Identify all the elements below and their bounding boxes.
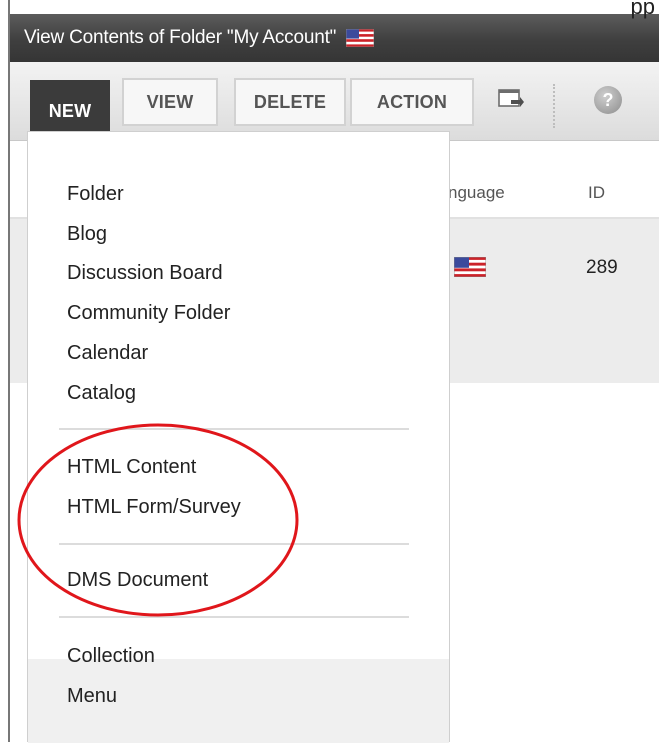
menu-item-calendar[interactable]: Calendar	[67, 342, 148, 365]
us-flag-icon	[453, 256, 487, 278]
window-title-bar: View Contents of Folder "My Account"	[10, 14, 659, 62]
menu-divider	[59, 616, 409, 618]
menu-item-blog[interactable]: Blog	[67, 223, 107, 246]
new-dropdown-menu: Folder Blog Discussion Board Community F…	[27, 131, 450, 743]
menu-item-collection[interactable]: Collection	[67, 645, 155, 668]
toolbar-separator	[553, 84, 555, 128]
corner-text-fragment: pp	[630, 0, 655, 19]
menu-item-menu[interactable]: Menu	[67, 685, 117, 708]
left-frame-edge	[0, 0, 10, 742]
menu-item-discussion-board[interactable]: Discussion Board	[67, 262, 223, 285]
column-header-id[interactable]: ID	[588, 183, 605, 203]
row-id-cell: 289	[586, 257, 618, 278]
menu-item-catalog[interactable]: Catalog	[67, 382, 136, 405]
export-window-button[interactable]	[488, 78, 534, 124]
window-title: View Contents of Folder "My Account"	[24, 27, 337, 48]
action-button[interactable]: ACTION	[350, 78, 474, 126]
window-export-icon	[498, 88, 524, 115]
menu-item-html-form-survey[interactable]: HTML Form/Survey	[67, 496, 241, 519]
new-button[interactable]: NEW	[30, 80, 110, 136]
help-icon[interactable]: ?	[594, 86, 622, 114]
column-header-language[interactable]: nguage	[448, 183, 505, 203]
menu-item-html-content[interactable]: HTML Content	[67, 456, 196, 479]
menu-divider	[59, 543, 409, 545]
us-flag-icon	[345, 28, 375, 48]
menu-item-community-folder[interactable]: Community Folder	[67, 302, 230, 325]
menu-item-dms-document[interactable]: DMS Document	[67, 569, 208, 592]
view-button[interactable]: VIEW	[122, 78, 218, 126]
menu-item-folder[interactable]: Folder	[67, 183, 124, 206]
menu-divider	[59, 428, 409, 430]
toolbar: NEW VIEW DELETE ACTION ?	[10, 62, 659, 141]
delete-button[interactable]: DELETE	[234, 78, 346, 126]
